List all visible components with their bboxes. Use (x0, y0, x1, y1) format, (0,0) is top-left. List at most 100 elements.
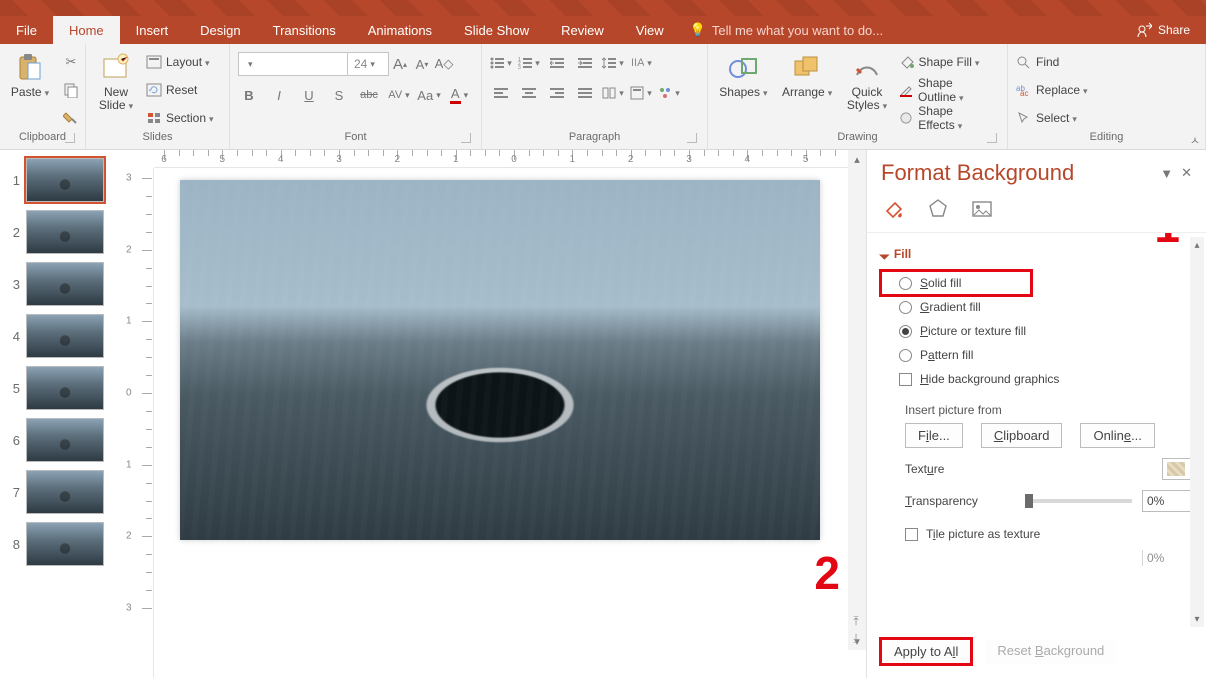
shape-fill-button[interactable]: Shape Fill (899, 51, 999, 73)
drawing-launcher[interactable] (987, 133, 997, 143)
pane-scrollbar[interactable]: ▴ ▾ (1190, 237, 1204, 627)
pane-scroll-up[interactable]: ▴ (1190, 237, 1204, 253)
italic-button[interactable]: I (268, 84, 290, 106)
layout-button[interactable]: Layout (146, 51, 214, 73)
vertical-scrollbar[interactable]: ▴ ▾ (848, 150, 866, 650)
align-right-button[interactable] (546, 82, 568, 104)
font-size-combo[interactable]: 24 (347, 52, 389, 76)
thumbnail-2[interactable]: 2 (0, 206, 120, 258)
change-case-button[interactable]: Aa (418, 84, 440, 106)
format-painter-button[interactable] (60, 107, 82, 129)
line-spacing-button[interactable] (602, 52, 624, 74)
numbering-button[interactable]: 123 (518, 52, 540, 74)
justify-button[interactable] (574, 82, 596, 104)
shapes-button[interactable]: Shapes (716, 48, 771, 131)
decrease-indent-button[interactable] (546, 52, 568, 74)
font-color-button[interactable]: A (448, 84, 470, 106)
arrange-button[interactable]: Arrange (779, 48, 836, 131)
group-clipboard: Paste ✂ Clipboard (0, 44, 86, 149)
paragraph-launcher[interactable] (687, 133, 697, 143)
smartart-button[interactable] (658, 82, 680, 104)
reset-background-button[interactable]: Reset Background (985, 639, 1116, 664)
hide-bg-graphics-check[interactable]: Hide background graphics (881, 367, 1202, 391)
tab-view[interactable]: View (620, 16, 680, 44)
tab-design[interactable]: Design (184, 16, 256, 44)
shape-outline-button[interactable]: Shape Outline (899, 79, 999, 101)
find-button[interactable]: Find (1016, 51, 1088, 73)
replace-label: Replace (1036, 83, 1088, 97)
strike-button[interactable]: abc (358, 84, 380, 106)
underline-button[interactable]: U (298, 84, 320, 106)
slide[interactable] (180, 180, 820, 540)
gradient-fill-label: Gradient fill (920, 300, 981, 314)
increase-indent-button[interactable] (574, 52, 596, 74)
thumbnail-8[interactable]: 8 (0, 518, 120, 570)
bold-button[interactable]: B (238, 84, 260, 106)
solid-fill-option[interactable]: Solid fill (881, 271, 1031, 295)
lightbulb-icon: 💡 (690, 22, 706, 38)
font-launcher[interactable] (461, 133, 471, 143)
tab-transitions[interactable]: Transitions (257, 16, 352, 44)
cut-button[interactable]: ✂ (60, 51, 82, 73)
tab-file[interactable]: File (0, 16, 53, 44)
tab-animations[interactable]: Animations (352, 16, 448, 44)
tab-review[interactable]: Review (545, 16, 620, 44)
picture-fill-option[interactable]: Picture or texture fill (881, 319, 1202, 343)
new-slide-button[interactable]: New Slide (94, 48, 138, 131)
thumbnail-6[interactable]: 6 (0, 414, 120, 466)
effects-category-icon[interactable] (925, 196, 951, 222)
bullets-button[interactable] (490, 52, 512, 74)
shape-effects-button[interactable]: Shape Effects (899, 107, 999, 129)
slide-thumbnails[interactable]: 12345678 (0, 150, 120, 678)
paste-button[interactable]: Paste (8, 48, 52, 131)
clipboard-button[interactable]: Clipboard (981, 423, 1063, 448)
file-button[interactable]: File... (905, 423, 963, 448)
reset-button[interactable]: Reset (146, 79, 214, 101)
transparency-slider[interactable] (1025, 499, 1132, 503)
tab-home[interactable]: Home (53, 16, 120, 44)
pane-options-button[interactable]: ▼ (1160, 166, 1173, 181)
grow-font-button[interactable]: A▴ (389, 53, 411, 75)
select-button[interactable]: Select (1016, 107, 1088, 129)
thumbnail-3[interactable]: 3 (0, 258, 120, 310)
shadow-button[interactable]: S (328, 84, 350, 106)
char-spacing-button[interactable]: AV (388, 84, 410, 106)
section-button[interactable]: Section (146, 107, 214, 129)
clear-format-button[interactable]: A◇ (433, 53, 455, 75)
tell-me[interactable]: 💡 Tell me what you want to do... (680, 16, 893, 44)
pane-scroll-down[interactable]: ▾ (1190, 611, 1204, 627)
thumbnail-1[interactable]: 1 (0, 154, 120, 206)
align-text-button[interactable] (630, 82, 652, 104)
prev-slide-button[interactable]: ⤒ (848, 614, 864, 629)
fill-category-icon[interactable] (881, 196, 907, 222)
apply-to-all-button[interactable]: Apply to All (881, 639, 971, 664)
tab-slideshow[interactable]: Slide Show (448, 16, 545, 44)
quick-styles-button[interactable]: Quick Styles (844, 48, 891, 131)
clipboard-launcher[interactable] (65, 133, 75, 143)
font-name-combo[interactable] (238, 52, 348, 76)
text-direction-button[interactable]: IIA (630, 52, 652, 74)
gradient-fill-option[interactable]: Gradient fill (881, 295, 1202, 319)
pane-close-button[interactable]: ✕ (1181, 165, 1192, 181)
tab-insert[interactable]: Insert (120, 16, 185, 44)
shrink-font-button[interactable]: A▾ (411, 53, 433, 75)
align-left-button[interactable] (490, 82, 512, 104)
copy-button[interactable] (60, 79, 82, 101)
collapse-ribbon-button[interactable]: ㅅ (1190, 132, 1200, 148)
picture-category-icon[interactable] (969, 196, 995, 222)
thumbnail-4[interactable]: 4 (0, 310, 120, 362)
tile-check[interactable]: Tile picture as texture (887, 522, 1202, 546)
slider-thumb[interactable] (1025, 494, 1033, 508)
thumb-image (26, 418, 104, 462)
scroll-up-button[interactable]: ▴ (848, 150, 866, 168)
online-button[interactable]: Online... (1080, 423, 1154, 448)
share-button[interactable]: Share (1120, 16, 1206, 44)
align-center-button[interactable] (518, 82, 540, 104)
thumbnail-7[interactable]: 7 (0, 466, 120, 518)
next-slide-button[interactable]: ⤓ (848, 631, 864, 646)
replace-button[interactable]: abacReplace (1016, 79, 1088, 101)
pattern-fill-option[interactable]: Pattern fill (881, 343, 1202, 367)
ribbon-tabs: File Home Insert Design Transitions Anim… (0, 16, 1206, 44)
columns-button[interactable] (602, 82, 624, 104)
thumbnail-5[interactable]: 5 (0, 362, 120, 414)
